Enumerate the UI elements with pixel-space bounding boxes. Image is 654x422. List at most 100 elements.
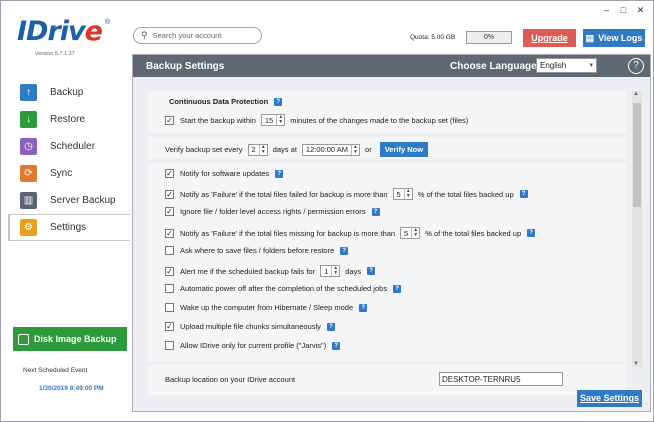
sidebar-item-server-backup[interactable]: ▥ Server Backup: [10, 187, 130, 214]
verify-days-value: 2: [251, 145, 256, 154]
option-checkbox[interactable]: ✓: [165, 228, 174, 238]
verify-or-label: or: [365, 145, 372, 154]
registered-mark: ®: [105, 19, 111, 26]
help-icon[interactable]: ?: [274, 97, 283, 106]
cdp-checkbox[interactable]: ✓: [165, 115, 174, 125]
location-row: Backup location on your IDrive account: [165, 375, 295, 384]
sidebar-item-label: Backup: [50, 87, 84, 98]
scrollbar[interactable]: ▲ ▼: [632, 91, 642, 367]
option-checkbox[interactable]: ✓: [165, 266, 174, 276]
verify-time-stepper[interactable]: 12:00:00 AM ▲ ▼: [301, 143, 361, 156]
help-icon[interactable]: ?: [519, 190, 528, 198]
option-checkbox[interactable]: ✓: [165, 169, 174, 178]
cdp-heading: Continuous Data Protection: [169, 97, 269, 106]
save-settings-button[interactable]: Save Settings: [577, 390, 642, 407]
option-row: ✓ Notify as 'Failure' if the total files …: [165, 188, 528, 200]
search-input[interactable]: ⚲ Search your account: [133, 27, 262, 44]
scrollbar-thumb[interactable]: [633, 103, 641, 207]
sidebar-item-settings[interactable]: ⚙ Settings: [8, 214, 130, 241]
option-label: Notify as 'Failure' if the total files m…: [180, 228, 396, 238]
option-row: ✓ Notify for software updates?: [165, 169, 284, 178]
verify-days-stepper[interactable]: 2 ▲ ▼: [247, 143, 268, 156]
help-icon[interactable]: ?: [527, 229, 536, 237]
option-checkbox[interactable]: [165, 246, 174, 255]
maximize-icon[interactable]: □: [615, 4, 632, 16]
sidebar-item-label: Server Backup: [50, 195, 116, 206]
option-label: Ask where to save files / folders before…: [180, 246, 335, 255]
sidebar-item-sync[interactable]: ⟳ Sync: [10, 160, 130, 187]
option-checkbox[interactable]: ✓: [165, 322, 174, 331]
minutes-value: 15: [264, 115, 274, 125]
verify-now-button[interactable]: Verify Now: [379, 142, 429, 157]
document-icon: ▤: [585, 32, 595, 43]
language-select[interactable]: English ▾: [536, 58, 597, 73]
sidebar-item-label: Sync: [50, 168, 73, 179]
view-logs-label: View Logs: [598, 33, 643, 43]
sidebar-item-scheduler[interactable]: ◷ Scheduler: [10, 133, 130, 160]
download-arrow-icon: ↓: [20, 111, 37, 128]
option-stepper[interactable]: 5 ▲ ▼: [392, 188, 413, 200]
option-row: ✓ Alert me if the scheduled backup fails …: [165, 265, 376, 277]
sidebar-item-backup[interactable]: ↑ Backup: [10, 79, 130, 106]
app-window: – □ ✕ IDrive ® Version 5.7.1.37 ⚲ Search…: [0, 0, 654, 422]
option-label: Allow IDrive only for current profile ("…: [180, 341, 327, 350]
upgrade-button[interactable]: Upgrade: [523, 29, 576, 47]
help-icon[interactable]: ?: [628, 58, 644, 74]
upload-arrow-icon: ↑: [20, 84, 37, 101]
stepper-arrows-icon[interactable]: ▲ ▼: [411, 228, 419, 238]
verify-days-at-label: days at: [272, 145, 297, 154]
disk-image-backup-label: Disk Image Backup: [34, 334, 117, 344]
sidebar-item-label: Scheduler: [50, 141, 96, 152]
stepper-arrows-icon[interactable]: ▲ ▼: [276, 115, 284, 125]
help-icon[interactable]: ?: [371, 207, 380, 216]
option-stepper[interactable]: 1 ▲ ▼: [320, 265, 341, 277]
help-icon[interactable]: ?: [332, 341, 341, 350]
gear-icon: ⚙: [20, 219, 37, 236]
help-icon[interactable]: ?: [340, 246, 349, 255]
option-label: Automatic power off after the completion…: [180, 284, 388, 293]
stepper-arrows-icon[interactable]: ▲ ▼: [331, 266, 339, 276]
option-checkbox[interactable]: [165, 284, 174, 293]
stepper-arrows-icon[interactable]: ▲ ▼: [258, 144, 267, 155]
sidebar-item-restore[interactable]: ↓ Restore: [10, 106, 130, 133]
next-event-value: 1/30/2019 8:49:00 PM: [39, 385, 104, 392]
stepper-arrows-icon[interactable]: ▲ ▼: [351, 144, 359, 155]
option-stepper-value: 5: [396, 189, 401, 199]
option-checkbox[interactable]: [165, 303, 174, 312]
scroll-up-icon[interactable]: ▲: [633, 91, 639, 97]
close-icon[interactable]: ✕: [632, 4, 649, 16]
option-stepper-value: 1: [324, 266, 329, 276]
option-checkbox[interactable]: [165, 341, 174, 350]
minimize-icon[interactable]: –: [598, 4, 615, 16]
scroll-down-icon[interactable]: ▼: [633, 361, 639, 367]
help-icon[interactable]: ?: [275, 169, 284, 178]
chevron-down-icon: ▾: [589, 62, 593, 69]
minutes-stepper[interactable]: 15 ▲ ▼: [260, 114, 286, 126]
option-checkbox[interactable]: ✓: [165, 189, 174, 199]
help-icon[interactable]: ?: [326, 322, 335, 331]
verify-label: Verify backup set every: [165, 145, 243, 154]
option-label: Upload multiple file chunks simultaneous…: [180, 322, 321, 331]
option-stepper[interactable]: 5 ▲ ▼: [400, 227, 421, 239]
panel-header: Backup Settings Choose Language English ▾…: [133, 55, 650, 77]
language-label: Choose Language: [450, 60, 537, 72]
sync-icon: ⟳: [20, 165, 37, 182]
sidebar-item-label: Restore: [50, 114, 86, 125]
backup-location-field[interactable]: DESKTOP-TERNRU5: [439, 372, 563, 386]
option-label: Alert me if the scheduled backup fails f…: [180, 266, 316, 276]
option-row: Automatic power off after the completion…: [165, 284, 402, 293]
sidebar-item-label: Settings: [50, 222, 87, 233]
stepper-arrows-icon[interactable]: ▲ ▼: [403, 189, 412, 199]
server-icon: ▥: [20, 192, 37, 209]
option-row: Ask where to save files / folders before…: [165, 246, 349, 255]
option-suffix: days: [345, 266, 362, 276]
search-icon: ⚲: [141, 30, 148, 40]
quota-progress-bar: 0%: [466, 31, 512, 44]
help-icon[interactable]: ?: [393, 284, 402, 293]
view-logs-button[interactable]: ▤ View Logs: [583, 29, 645, 47]
option-checkbox[interactable]: ✓: [165, 207, 174, 216]
verify-row: Verify backup set every 2 ▲ ▼ days at 12:0…: [165, 142, 429, 157]
disk-image-backup-button[interactable]: Disk Image Backup: [13, 327, 127, 351]
help-icon[interactable]: ?: [359, 303, 368, 312]
help-icon[interactable]: ?: [367, 267, 376, 275]
